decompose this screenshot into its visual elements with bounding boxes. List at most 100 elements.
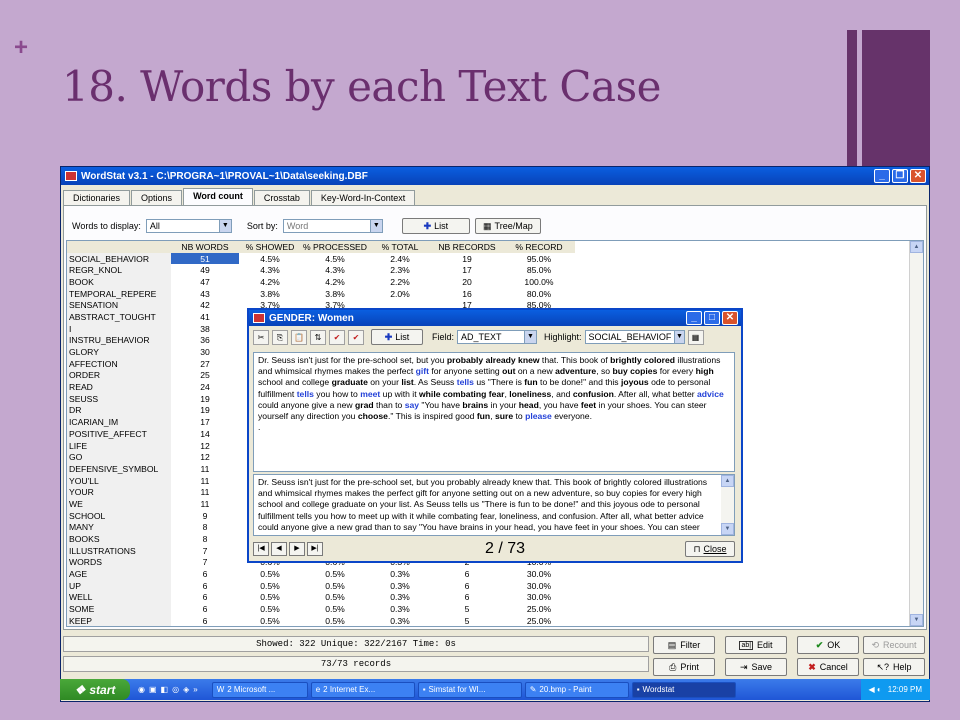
highlighted-text-view[interactable]: Dr. Seuss isn't just for the pre-school … — [253, 352, 735, 472]
table-row[interactable]: SOME 6 0.5% 0.5% 0.3% 5 25.0% — [67, 603, 575, 615]
mark-icon[interactable]: ✔ — [329, 329, 345, 345]
value-cell: 0.5% — [260, 615, 280, 626]
filter-label: Filter — [680, 640, 701, 650]
dialog-maximize-button[interactable]: □ — [704, 311, 720, 325]
value-cell: 2.2% — [390, 276, 410, 287]
sort-az-icon[interactable]: ⇅ — [310, 329, 326, 345]
value-cell: 16 — [462, 288, 472, 299]
field-select[interactable]: AD_TEXT ▼ — [457, 330, 538, 344]
task-wordstat[interactable]: ▪ Wordstat — [631, 681, 736, 698]
save-button[interactable]: ⇥ Save — [725, 658, 787, 676]
grid-scrollbar[interactable]: ▲ ▼ — [909, 241, 923, 626]
highlight-select[interactable]: SOCIAL_BEHAVIOF ▼ — [584, 330, 685, 344]
ok-button[interactable]: ✔ OK — [797, 636, 859, 654]
cancel-button[interactable]: ✖ Cancel — [797, 658, 859, 676]
tab-options[interactable]: Options — [131, 190, 183, 206]
value-cell: 7 — [202, 545, 208, 556]
quick-launch-icons[interactable]: ◉▣◧◎◈» — [138, 685, 202, 694]
word-cell: SOCIAL_BEHAVIOR — [67, 252, 171, 265]
word-cell: ILLUSTRATIONS — [67, 544, 171, 557]
mark-next-icon[interactable]: ✔ — [348, 329, 364, 345]
table-row[interactable]: SOCIAL_BEHAVIOR 51 4.5% 4.5% 2.4% 19 95.0% — [67, 252, 575, 265]
value-cell: 0.5% — [325, 604, 345, 615]
help-button[interactable]: ↖? Help — [863, 658, 925, 676]
value-cell: 5 — [464, 604, 470, 615]
value-cell: 2.3% — [390, 265, 410, 276]
controls-row: Words to display: All ▼ Sort by: Word ▼ ✚ … — [72, 218, 541, 234]
word-cell: UP — [67, 579, 171, 592]
task-paint[interactable]: ✎ 20.bmp - Paint — [524, 681, 629, 698]
start-button[interactable]: ❖ start — [60, 679, 130, 700]
table-row[interactable]: KEEP 6 0.5% 0.5% 0.3% 5 25.0% — [67, 615, 575, 626]
filter-button[interactable]: ▤ Filter — [653, 636, 715, 654]
clock: 12:09 PM — [887, 685, 922, 694]
edit-button[interactable]: ab| Edit — [725, 636, 787, 654]
scroll-down-icon[interactable]: ▼ — [910, 614, 923, 626]
value-cell: 20 — [462, 276, 472, 287]
next-record-icon[interactable]: ▶ — [289, 542, 305, 556]
value-cell: 19 — [462, 253, 472, 264]
sort-by-select[interactable]: Word ▼ — [282, 219, 383, 233]
table-row[interactable]: REGR_KNOL 49 4.3% 4.3% 2.3% 17 85.0% — [67, 264, 575, 277]
task-internet-explorer[interactable]: e2 Internet Ex... — [310, 681, 415, 698]
tab-kwic[interactable]: Key-Word-In-Context — [310, 190, 416, 206]
tab-dictionaries[interactable]: Dictionaries — [63, 190, 131, 206]
plain-text-view[interactable]: Dr. Seuss isn't just for the pre-school … — [253, 474, 735, 536]
table-row[interactable]: TEMPORAL_REPERE 43 3.8% 3.8% 2.0% 16 80.0% — [67, 287, 575, 300]
tray-icons[interactable]: ◀ ◐ — [869, 685, 882, 694]
table-row[interactable]: UP 6 0.5% 0.5% 0.3% 6 30.0% — [67, 579, 575, 592]
column-header[interactable]: % TOTAL — [369, 241, 431, 253]
value-cell: 11 — [200, 487, 210, 498]
add-list-icon: ✚ — [384, 331, 393, 342]
value-cell: 11 — [200, 463, 210, 474]
list-button[interactable]: ✚ List — [401, 218, 470, 234]
restore-button[interactable]: ❐ — [892, 169, 908, 183]
value-cell: 27 — [200, 358, 210, 369]
plain-text: Dr. Seuss isn't just for the pre-school … — [258, 477, 708, 535]
table-row[interactable]: BOOK 47 4.2% 4.2% 2.2% 20 100.0% — [67, 276, 575, 288]
column-header[interactable]: NB WORDS — [171, 241, 239, 253]
dialog-close-button[interactable]: ⊓ Close — [685, 541, 735, 557]
value-cell: 43 — [200, 288, 210, 299]
scroll-up-icon[interactable]: ▲ — [721, 475, 734, 487]
scissors-icon[interactable]: ✂ — [253, 329, 269, 345]
scroll-up-icon[interactable]: ▲ — [910, 241, 923, 253]
column-header[interactable]: % SHOWED — [239, 241, 301, 253]
slide-title: 18. Words by each Text Case — [62, 62, 662, 111]
treemap-button-label: Tree/Map — [494, 221, 533, 231]
tab-word-count[interactable]: Word count — [183, 188, 253, 206]
recount-button[interactable]: ⟲ Recount — [863, 636, 925, 654]
recount-label: Recount — [883, 640, 917, 650]
paste-icon[interactable]: 📋 — [291, 329, 307, 345]
prev-record-icon[interactable]: ◀ — [271, 542, 287, 556]
value-cell: 30 — [200, 347, 210, 358]
value-cell: 0.5% — [260, 569, 280, 580]
copy-icon[interactable]: ⎘ — [272, 329, 288, 345]
treemap-button[interactable]: ▦ Tree/Map — [474, 218, 541, 234]
table-row[interactable]: WELL 6 0.5% 0.5% 0.3% 6 30.0% — [67, 591, 575, 604]
grid-icon[interactable]: ▦ — [687, 329, 704, 345]
task-microsoft[interactable]: W2 Microsoft ... — [211, 681, 308, 698]
close-window-button[interactable]: ✕ — [910, 169, 926, 183]
plain-text-scrollbar[interactable]: ▲ ▼ — [721, 475, 734, 535]
dialog-minimize-button[interactable]: _ — [686, 311, 702, 325]
dialog-close-x-button[interactable]: ✕ — [722, 311, 738, 325]
last-record-icon[interactable]: ▶| — [307, 542, 323, 556]
column-header[interactable] — [67, 241, 171, 253]
column-header[interactable]: % RECORD — [503, 241, 575, 253]
column-header[interactable]: NB RECORDS — [431, 241, 503, 253]
field-value: AD_TEXT — [461, 332, 502, 342]
value-cell: 85.0% — [526, 265, 552, 276]
words-to-display-select[interactable]: All ▼ — [145, 219, 232, 233]
dialog-list-button[interactable]: ✚ List — [371, 329, 423, 345]
task-simstat[interactable]: ▪ Simstat for WI... — [417, 681, 522, 698]
tab-crosstab[interactable]: Crosstab — [253, 190, 310, 206]
print-button[interactable]: ⎙ Print — [653, 658, 715, 676]
table-row[interactable]: AGE 6 0.5% 0.5% 0.3% 6 30.0% — [67, 568, 575, 580]
words-to-display-label: Words to display: — [72, 221, 141, 231]
first-record-icon[interactable]: |◀ — [253, 542, 269, 556]
minimize-button[interactable]: _ — [874, 169, 890, 183]
scroll-down-icon[interactable]: ▼ — [721, 523, 734, 535]
column-header[interactable]: % PROCESSED — [301, 241, 369, 253]
value-cell: 14 — [200, 428, 210, 439]
